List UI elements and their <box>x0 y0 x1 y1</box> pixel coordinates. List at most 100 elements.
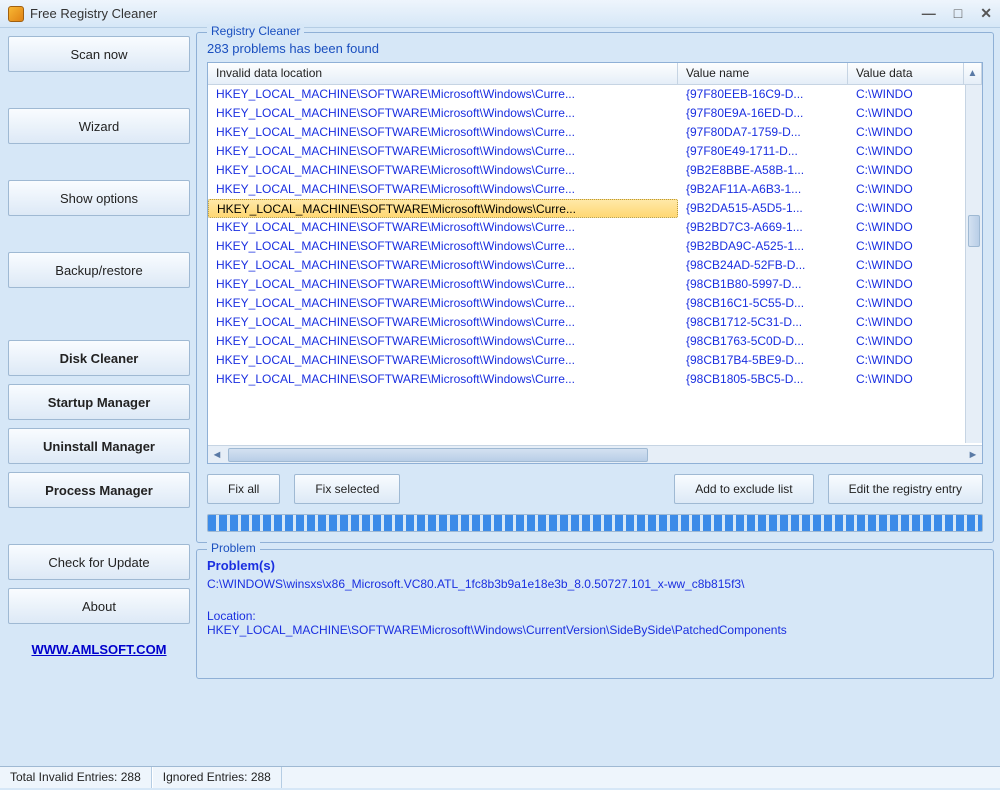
backup-restore-button[interactable]: Backup/restore <box>8 252 190 288</box>
cell-location: HKEY_LOCAL_MACHINE\SOFTWARE\Microsoft\Wi… <box>208 332 678 351</box>
registry-cleaner-group: Registry Cleaner 283 problems has been f… <box>196 32 994 543</box>
vertical-scrollbar[interactable] <box>965 85 982 443</box>
add-exclude-button[interactable]: Add to exclude list <box>674 474 813 504</box>
cell-value-data: C:\WINDO <box>848 123 982 142</box>
table-row[interactable]: HKEY_LOCAL_MACHINE\SOFTWARE\Microsoft\Wi… <box>208 218 982 237</box>
column-location[interactable]: Invalid data location <box>208 63 678 84</box>
cell-value-data: C:\WINDO <box>848 104 982 123</box>
cell-value-data: C:\WINDO <box>848 142 982 161</box>
cell-value-name: {98CB1B80-5997-D... <box>678 275 848 294</box>
cell-location: HKEY_LOCAL_MACHINE\SOFTWARE\Microsoft\Wi… <box>208 275 678 294</box>
edit-registry-button[interactable]: Edit the registry entry <box>828 474 983 504</box>
cell-location: HKEY_LOCAL_MACHINE\SOFTWARE\Microsoft\Wi… <box>208 256 678 275</box>
uninstall-manager-button[interactable]: Uninstall Manager <box>8 428 190 464</box>
problem-path: C:\WINDOWS\winsxs\x86_Microsoft.VC80.ATL… <box>207 577 983 591</box>
table-row[interactable]: HKEY_LOCAL_MACHINE\SOFTWARE\Microsoft\Wi… <box>208 294 982 313</box>
problem-group: Problem Problem(s) C:\WINDOWS\winsxs\x86… <box>196 549 994 679</box>
cell-value-data: C:\WINDO <box>848 313 982 332</box>
close-button[interactable]: ✕ <box>980 5 992 22</box>
cell-location: HKEY_LOCAL_MACHINE\SOFTWARE\Microsoft\Wi… <box>208 370 678 389</box>
sidebar: Scan now Wizard Show options Backup/rest… <box>6 32 196 766</box>
action-row: Fix all Fix selected Add to exclude list… <box>207 474 983 504</box>
cell-value-data: C:\WINDO <box>848 85 982 104</box>
problem-group-title: Problem <box>207 541 260 555</box>
results-table: Invalid data location Value name Value d… <box>207 62 983 464</box>
cell-value-name: {9B2BDA9C-A525-1... <box>678 237 848 256</box>
cell-value-name: {9B2BD7C3-A669-1... <box>678 218 848 237</box>
cell-value-name: {97F80EEB-16C9-D... <box>678 85 848 104</box>
fix-all-button[interactable]: Fix all <box>207 474 280 504</box>
cell-value-name: {98CB16C1-5C55-D... <box>678 294 848 313</box>
table-row[interactable]: HKEY_LOCAL_MACHINE\SOFTWARE\Microsoft\Wi… <box>208 332 982 351</box>
cell-value-name: {97F80DA7-1759-D... <box>678 123 848 142</box>
cell-value-name: {98CB1763-5C0D-D... <box>678 332 848 351</box>
wizard-button[interactable]: Wizard <box>8 108 190 144</box>
status-ignored: Ignored Entries: 288 <box>152 767 282 788</box>
table-row[interactable]: HKEY_LOCAL_MACHINE\SOFTWARE\Microsoft\Wi… <box>208 85 982 104</box>
scroll-right-icon[interactable]: ► <box>964 449 982 461</box>
column-value-data[interactable]: Value data <box>848 63 964 84</box>
vertical-scroll-thumb[interactable] <box>968 215 980 247</box>
cell-value-name: {98CB17B4-5BE9-D... <box>678 351 848 370</box>
cell-value-name: {9B2E8BBE-A58B-1... <box>678 161 848 180</box>
progress-bar <box>207 514 983 532</box>
window-controls: — □ ✕ <box>922 5 992 22</box>
show-options-button[interactable]: Show options <box>8 180 190 216</box>
cell-location: HKEY_LOCAL_MACHINE\SOFTWARE\Microsoft\Wi… <box>208 294 678 313</box>
cell-value-data: C:\WINDO <box>848 275 982 294</box>
table-row[interactable]: HKEY_LOCAL_MACHINE\SOFTWARE\Microsoft\Wi… <box>208 275 982 294</box>
table-row[interactable]: HKEY_LOCAL_MACHINE\SOFTWARE\Microsoft\Wi… <box>208 142 982 161</box>
scan-now-button[interactable]: Scan now <box>8 36 190 72</box>
horizontal-scroll-thumb[interactable] <box>228 448 648 462</box>
table-row[interactable]: HKEY_LOCAL_MACHINE\SOFTWARE\Microsoft\Wi… <box>208 256 982 275</box>
about-button[interactable]: About <box>8 588 190 624</box>
cell-value-data: C:\WINDO <box>848 294 982 313</box>
cell-value-data: C:\WINDO <box>848 351 982 370</box>
table-row[interactable]: HKEY_LOCAL_MACHINE\SOFTWARE\Microsoft\Wi… <box>208 199 982 218</box>
process-manager-button[interactable]: Process Manager <box>8 472 190 508</box>
table-row[interactable]: HKEY_LOCAL_MACHINE\SOFTWARE\Microsoft\Wi… <box>208 370 982 389</box>
cell-location: HKEY_LOCAL_MACHINE\SOFTWARE\Microsoft\Wi… <box>208 123 678 142</box>
cell-value-name: {98CB1805-5BC5-D... <box>678 370 848 389</box>
problem-heading: Problem(s) <box>207 558 983 573</box>
cell-location: HKEY_LOCAL_MACHINE\SOFTWARE\Microsoft\Wi… <box>208 313 678 332</box>
titlebar: Free Registry Cleaner — □ ✕ <box>0 0 1000 28</box>
cell-location: HKEY_LOCAL_MACHINE\SOFTWARE\Microsoft\Wi… <box>208 161 678 180</box>
cell-value-data: C:\WINDO <box>848 256 982 275</box>
cell-value-name: {98CB1712-5C31-D... <box>678 313 848 332</box>
table-row[interactable]: HKEY_LOCAL_MACHINE\SOFTWARE\Microsoft\Wi… <box>208 313 982 332</box>
problem-location-label: Location: <box>207 609 983 623</box>
problems-found-text: 283 problems has been found <box>207 41 983 56</box>
cell-value-data: C:\WINDO <box>848 332 982 351</box>
cell-location: HKEY_LOCAL_MACHINE\SOFTWARE\Microsoft\Wi… <box>208 180 678 199</box>
cell-location: HKEY_LOCAL_MACHINE\SOFTWARE\Microsoft\Wi… <box>208 199 678 218</box>
table-body[interactable]: HKEY_LOCAL_MACHINE\SOFTWARE\Microsoft\Wi… <box>208 85 982 445</box>
maximize-button[interactable]: □ <box>954 5 962 22</box>
table-row[interactable]: HKEY_LOCAL_MACHINE\SOFTWARE\Microsoft\Wi… <box>208 351 982 370</box>
check-update-button[interactable]: Check for Update <box>8 544 190 580</box>
cell-location: HKEY_LOCAL_MACHINE\SOFTWARE\Microsoft\Wi… <box>208 351 678 370</box>
minimize-button[interactable]: — <box>922 5 936 22</box>
cell-value-name: {97F80E49-1711-D... <box>678 142 848 161</box>
fix-selected-button[interactable]: Fix selected <box>294 474 400 504</box>
cell-location: HKEY_LOCAL_MACHINE\SOFTWARE\Microsoft\Wi… <box>208 237 678 256</box>
cell-value-name: {9B2DA515-A5D5-1... <box>678 199 848 218</box>
scroll-left-icon[interactable]: ◄ <box>208 449 226 461</box>
table-row[interactable]: HKEY_LOCAL_MACHINE\SOFTWARE\Microsoft\Wi… <box>208 123 982 142</box>
website-link[interactable]: WWW.AMLSOFT.COM <box>8 642 190 657</box>
cell-value-name: {98CB24AD-52FB-D... <box>678 256 848 275</box>
table-row[interactable]: HKEY_LOCAL_MACHINE\SOFTWARE\Microsoft\Wi… <box>208 104 982 123</box>
startup-manager-button[interactable]: Startup Manager <box>8 384 190 420</box>
horizontal-scrollbar[interactable]: ◄ ► <box>208 445 982 463</box>
table-row[interactable]: HKEY_LOCAL_MACHINE\SOFTWARE\Microsoft\Wi… <box>208 161 982 180</box>
cell-value-data: C:\WINDO <box>848 237 982 256</box>
table-row[interactable]: HKEY_LOCAL_MACHINE\SOFTWARE\Microsoft\Wi… <box>208 180 982 199</box>
disk-cleaner-button[interactable]: Disk Cleaner <box>8 340 190 376</box>
column-value-name[interactable]: Value name <box>678 63 848 84</box>
scroll-up-icon[interactable]: ▲ <box>964 63 982 84</box>
table-row[interactable]: HKEY_LOCAL_MACHINE\SOFTWARE\Microsoft\Wi… <box>208 237 982 256</box>
cell-value-data: C:\WINDO <box>848 370 982 389</box>
cell-value-data: C:\WINDO <box>848 161 982 180</box>
cell-location: HKEY_LOCAL_MACHINE\SOFTWARE\Microsoft\Wi… <box>208 142 678 161</box>
statusbar: Total Invalid Entries: 288 Ignored Entri… <box>0 766 1000 788</box>
